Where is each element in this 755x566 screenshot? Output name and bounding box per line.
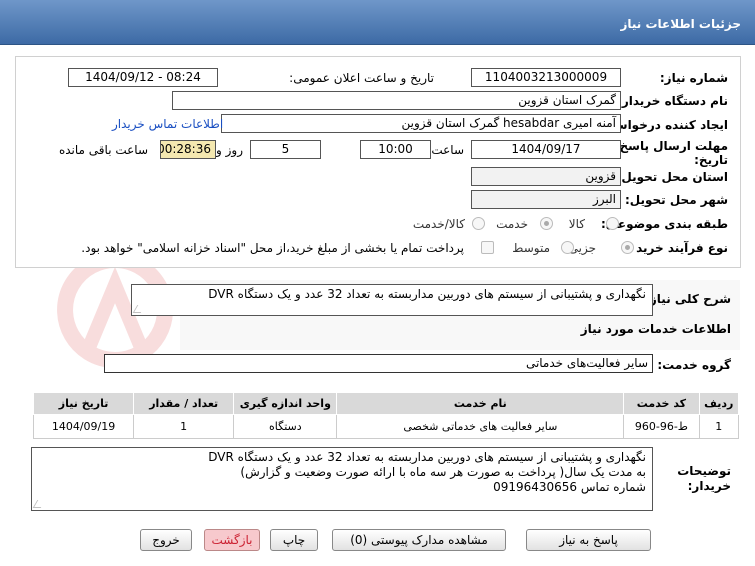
category-radio-service[interactable] xyxy=(540,217,553,230)
back-button[interactable]: بازگشت xyxy=(204,529,260,551)
buyer-notes-label-2: خریدار: xyxy=(687,479,731,493)
summary-label: شرح کلی نیاز: xyxy=(645,292,731,306)
services-table: ردیف کد خدمت نام خدمت واحد اندازه گیری ت… xyxy=(32,392,740,439)
exit-button[interactable]: خروج xyxy=(140,529,192,551)
page-header: جزئیات اطلاعات نیاز xyxy=(0,0,755,45)
process-label: نوع فرآیند خرید : xyxy=(627,241,728,255)
deadline-time-label: ساعت xyxy=(431,143,464,157)
need-description-panel: شرح کلی نیاز: نگهداری و پشتیبانی از سیست… xyxy=(15,276,741,556)
table-row: 1 ط-96-960 سایر فعالیت های خدماتی شخصی د… xyxy=(32,414,740,439)
service-group-label: گروه خدمت: xyxy=(657,358,731,372)
buyer-org-field: گمرک استان قزوین xyxy=(172,91,621,110)
process-radio-minor[interactable] xyxy=(621,241,634,254)
need-info-panel: شماره نیاز: 1104003213000009 تاریخ و ساع… xyxy=(15,56,741,268)
cell-row: 1 xyxy=(698,414,740,439)
cell-unit: دستگاه xyxy=(233,414,338,439)
col-service-code: کد خدمت xyxy=(623,392,700,415)
days-label: روز و xyxy=(216,143,243,157)
announce-label: تاریخ و ساعت اعلان عمومی: xyxy=(289,71,434,85)
buyer-notes-label: توضیحات xyxy=(677,464,731,478)
province-field: قزوین xyxy=(471,167,621,186)
deadline-time-field: 10:00 xyxy=(360,140,431,159)
deadline-date-field: 1404/09/17 xyxy=(471,140,621,159)
days-remaining-field: 5 xyxy=(250,140,321,159)
col-unit: واحد اندازه گیری xyxy=(233,392,338,415)
process-option-medium: متوسط xyxy=(512,241,550,255)
creator-field: آمنه امیری hesabdar گمرک استان قزوین xyxy=(221,114,621,133)
page-title: جزئیات اطلاعات نیاز xyxy=(620,17,741,31)
deadline-label-date: تاریخ: xyxy=(694,153,728,167)
city-field: البرز xyxy=(471,190,621,209)
time-remaining-field: 00:28:36 xyxy=(160,140,216,159)
summary-textarea[interactable]: نگهداری و پشتیبانی از سیستم های دوربین م… xyxy=(131,284,653,316)
buyer-notes-line-3: شماره تماس 09196430656 xyxy=(493,480,646,494)
treasury-payment-text: پرداخت تمام یا بخشی از مبلغ خرید،از محل … xyxy=(81,241,464,255)
need-number-field: 1104003213000009 xyxy=(471,68,621,87)
col-service-name: نام خدمت xyxy=(336,392,625,415)
cell-quantity: 1 xyxy=(133,414,235,439)
respond-button[interactable]: پاسخ به نیاز xyxy=(526,529,651,551)
city-label: شهر محل تحویل: xyxy=(624,193,728,207)
table-header-row: ردیف کد خدمت نام خدمت واحد اندازه گیری ت… xyxy=(32,392,740,415)
cell-need-date: 1404/09/19 xyxy=(32,414,135,439)
services-section-title: اطلاعات خدمات مورد نیاز xyxy=(580,322,731,336)
treasury-payment-checkbox[interactable] xyxy=(481,241,494,254)
resize-grip-icon xyxy=(32,500,46,508)
print-button[interactable]: چاپ xyxy=(270,529,318,551)
cell-service-code: ط-96-960 xyxy=(623,414,700,439)
col-quantity: تعداد / مقدار xyxy=(133,392,235,415)
service-group-field: سایر فعالیت‌های خدماتی xyxy=(104,354,653,373)
buyer-contact-link[interactable]: اطلاعات تماس خریدار xyxy=(112,117,223,131)
buyer-notes-line-1: نگهداری و پشتیبانی از سیستم های دوربین م… xyxy=(208,450,646,464)
category-option-goods-service: کالا/خدمت xyxy=(412,217,465,231)
category-radio-goods[interactable] xyxy=(606,217,619,230)
need-number-label: شماره نیاز: xyxy=(659,71,728,85)
summary-text: نگهداری و پشتیبانی از سیستم های دوربین م… xyxy=(208,287,646,301)
need-details-page: جزئیات اطلاعات نیاز شماره نیاز: 11040032… xyxy=(0,0,755,566)
process-radio-medium[interactable] xyxy=(561,241,574,254)
category-option-service: خدمت xyxy=(496,217,528,231)
col-need-date: تاریخ نیاز xyxy=(32,392,135,415)
buyer-notes-textarea[interactable]: نگهداری و پشتیبانی از سیستم های دوربین م… xyxy=(31,447,653,511)
attachments-button[interactable]: مشاهده مدارک پیوستی (0) xyxy=(332,529,506,551)
category-option-goods: کالا xyxy=(568,217,585,231)
province-label: استان محل تحویل: xyxy=(616,170,728,184)
cell-service-name: سایر فعالیت های خدماتی شخصی xyxy=(336,414,625,439)
time-remaining-label: ساعت باقی مانده xyxy=(58,143,148,157)
buyer-notes-line-2: به مدت یک سال( پرداخت به صورت هر سه ماه … xyxy=(240,465,646,479)
col-row: ردیف xyxy=(698,392,740,415)
category-radio-goods-service[interactable] xyxy=(472,217,485,230)
announce-datetime-field: 1404/09/12 - 08:24 xyxy=(68,68,218,87)
buyer-org-label: نام دستگاه خریدار: xyxy=(617,94,728,108)
resize-grip-icon xyxy=(132,305,146,313)
category-label: طبقه بندی موضوعی: xyxy=(600,217,728,231)
